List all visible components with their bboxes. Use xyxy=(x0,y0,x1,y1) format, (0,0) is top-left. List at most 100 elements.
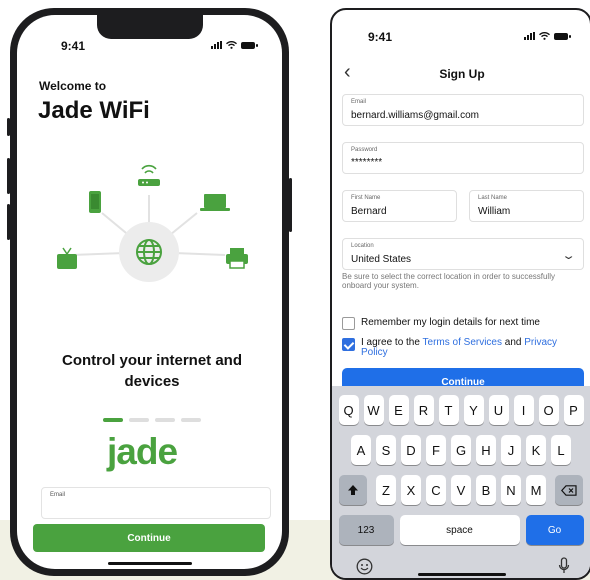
key[interactable]: V xyxy=(451,475,471,505)
mute-switch xyxy=(7,118,10,136)
status-time: 9:41 xyxy=(61,39,86,53)
router-icon xyxy=(138,164,160,186)
keyboard-row-1: Q W E R T Y U I O P xyxy=(332,395,590,425)
carousel-dots xyxy=(103,418,201,422)
key[interactable]: M xyxy=(526,475,546,505)
continue-button[interactable]: Continue xyxy=(33,524,265,552)
email-label: Email xyxy=(50,492,66,498)
email-field[interactable]: Email bernard.williams@gmail.com xyxy=(342,94,584,126)
wifi-icon xyxy=(226,41,237,49)
remember-row[interactable]: Remember my login details for next time xyxy=(342,317,540,330)
key[interactable]: A xyxy=(351,435,371,465)
key[interactable]: R xyxy=(413,395,434,425)
microphone-icon[interactable] xyxy=(558,557,570,575)
printer-icon xyxy=(226,248,248,269)
volume-down-button xyxy=(7,204,10,240)
status-time: 9:41 xyxy=(368,30,393,44)
last-name-field[interactable]: Last Name William xyxy=(469,190,584,222)
key[interactable]: I xyxy=(513,395,534,425)
chevron-down-icon: ⌄ xyxy=(561,250,576,262)
key[interactable]: Z xyxy=(376,475,396,505)
key[interactable]: J xyxy=(501,435,521,465)
numbers-key[interactable]: 123 xyxy=(338,515,394,545)
tagline: Control your internet and devices xyxy=(62,352,242,390)
key[interactable]: U xyxy=(488,395,509,425)
first-name-field[interactable]: First Name Bernard xyxy=(342,190,457,222)
key[interactable]: S xyxy=(376,435,396,465)
email-value: bernard.williams@gmail.com xyxy=(351,110,479,121)
home-indicator xyxy=(108,562,192,565)
devices-diagram xyxy=(57,164,248,282)
laptop-icon xyxy=(200,194,230,211)
key[interactable]: F xyxy=(426,435,446,465)
keyboard-row-2: A S D F G H J K L xyxy=(332,435,590,465)
location-value: United States xyxy=(351,254,412,265)
space-key[interactable]: space xyxy=(399,515,520,545)
carousel-dot xyxy=(155,418,175,422)
shift-key-icon[interactable] xyxy=(339,475,367,505)
key[interactable]: E xyxy=(388,395,409,425)
agree-row[interactable]: I agree to the Terms of Services and Pri… xyxy=(342,338,582,358)
keyboard-row-3: Z X C V B N M xyxy=(332,475,590,505)
battery-icon xyxy=(554,32,571,40)
signup-phone: 9:41 ‹ Sign Up Email bernard.williams@gm… xyxy=(330,8,590,580)
key[interactable]: G xyxy=(451,435,471,465)
location-select[interactable]: Location United States ⌄ xyxy=(342,238,584,270)
remember-checkbox[interactable] xyxy=(342,317,355,330)
last-name-value: William xyxy=(478,206,511,217)
backspace-key-icon[interactable] xyxy=(555,475,583,505)
wifi-icon xyxy=(539,32,550,40)
emoji-icon[interactable] xyxy=(356,558,373,575)
remember-label: Remember my login details for next time xyxy=(361,317,540,328)
key[interactable]: D xyxy=(401,435,421,465)
key[interactable]: Y xyxy=(463,395,484,425)
password-field[interactable]: Password ******** xyxy=(342,142,584,174)
key[interactable]: W xyxy=(363,395,384,425)
tv-icon xyxy=(57,247,77,269)
carousel-dot xyxy=(181,418,201,422)
email-label: Email xyxy=(351,99,367,105)
home-indicator xyxy=(418,573,506,576)
first-name-label: First Name xyxy=(351,195,381,201)
signal-icon xyxy=(524,32,535,40)
status-icons xyxy=(211,41,258,49)
location-label: Location xyxy=(351,243,374,249)
agree-text: I agree to the Terms of Services and Pri… xyxy=(361,338,582,358)
agree-middle: and xyxy=(502,337,525,348)
welcome-phone: 9:41 Welcome to Jade WiFi Control your i… xyxy=(7,8,292,576)
jade-logo: jade xyxy=(107,431,178,472)
carousel-dot xyxy=(103,418,123,422)
key[interactable]: H xyxy=(476,435,496,465)
location-hint: Be sure to select the correct location i… xyxy=(342,272,555,290)
terms-link[interactable]: Terms of Services xyxy=(423,337,502,348)
key[interactable]: B xyxy=(476,475,496,505)
volume-up-button xyxy=(7,158,10,194)
key[interactable]: T xyxy=(438,395,459,425)
key[interactable]: C xyxy=(426,475,446,505)
email-input[interactable]: Email xyxy=(41,487,271,519)
password-value: ******** xyxy=(351,157,383,168)
keyboard: Q W E R T Y U I O P A S D F G H J K L Z xyxy=(332,386,590,578)
go-key[interactable]: Go xyxy=(525,515,584,545)
key[interactable]: Q xyxy=(338,395,359,425)
welcome-screen: 9:41 Welcome to Jade WiFi Control your i… xyxy=(17,15,282,569)
welcome-text: Welcome to xyxy=(39,79,107,93)
power-button xyxy=(289,178,292,232)
status-icons xyxy=(524,32,571,40)
key[interactable]: P xyxy=(563,395,584,425)
key[interactable]: N xyxy=(501,475,521,505)
agree-checkbox[interactable] xyxy=(342,338,355,351)
key[interactable]: X xyxy=(401,475,421,505)
phone-device-icon xyxy=(89,191,101,213)
carousel-dot xyxy=(129,418,149,422)
key[interactable]: L xyxy=(551,435,571,465)
first-name-value: Bernard xyxy=(351,206,387,217)
last-name-label: Last Name xyxy=(478,195,508,201)
key[interactable]: K xyxy=(526,435,546,465)
page-title: Sign Up xyxy=(439,67,485,81)
key[interactable]: O xyxy=(538,395,559,425)
signal-icon xyxy=(211,41,222,49)
notch xyxy=(97,15,203,39)
keyboard-row-4: 123 space Go xyxy=(332,515,590,545)
battery-icon xyxy=(241,41,258,49)
